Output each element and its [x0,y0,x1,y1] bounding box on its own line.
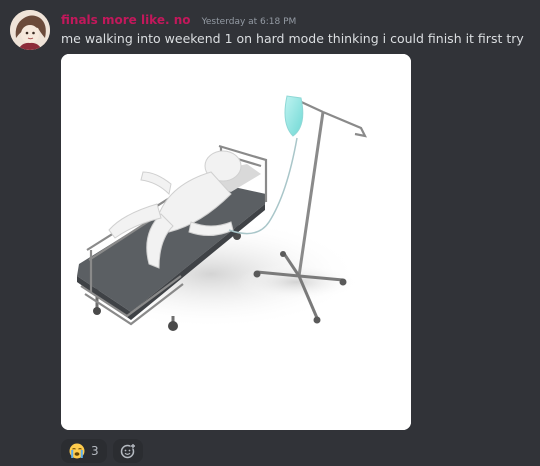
reaction-count: 3 [91,444,99,458]
add-reaction-icon [120,443,136,459]
reactions-bar: 3 [61,439,143,463]
user-avatar[interactable] [10,10,50,50]
username[interactable]: finals more like. no [61,13,191,27]
add-reaction-button[interactable] [112,439,143,463]
chat-message: finals more like. no Yesterday at 6:18 P… [0,0,540,466]
loudly-crying-face-icon [69,443,85,459]
message-header: finals more like. no Yesterday at 6:18 P… [61,11,296,30]
message-text: me walking into weekend 1 on hard mode t… [61,31,524,46]
timestamp[interactable]: Yesterday at 6:18 PM [202,17,297,27]
avatar-drawing [10,10,50,50]
image-attachment[interactable] [61,54,411,430]
reaction-crying[interactable]: 3 [61,439,107,463]
hospital-bed-iv-drip-image [61,54,411,430]
